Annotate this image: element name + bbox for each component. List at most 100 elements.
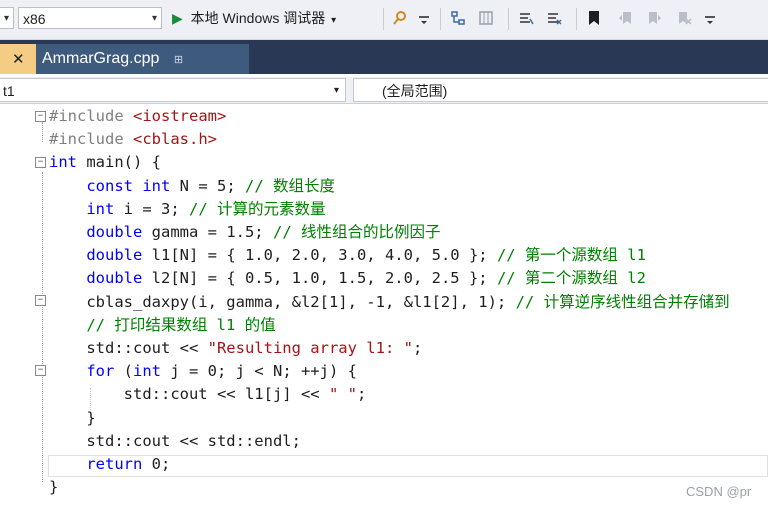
- toolbar-separator: [383, 8, 384, 30]
- start-debug-button[interactable]: ▶ 本地 Windows 调试器 ▾: [172, 8, 336, 28]
- code-line[interactable]: double gamma = 1.5; // 线性组合的比例因子: [49, 221, 440, 244]
- code-line[interactable]: // 打印结果数组 l1 的值: [49, 314, 276, 337]
- code-line[interactable]: for (int j = 0; j < N; ++j) {: [49, 360, 357, 383]
- code-token: i = 3;: [114, 199, 189, 218]
- pin-icon[interactable]: ⊞: [174, 54, 183, 66]
- scope-combo[interactable]: (全局范围): [353, 78, 768, 102]
- platform-combo[interactable]: x86 ▾: [18, 7, 162, 29]
- code-token: main() {: [77, 153, 161, 172]
- code-token: " ": [328, 385, 357, 404]
- hierarchy-icon[interactable]: [450, 10, 466, 26]
- toolbar-separator: [440, 8, 441, 30]
- scope-combo-value: (全局范围): [382, 83, 448, 99]
- toolbar-separator: [508, 8, 509, 30]
- code-line[interactable]: int main() {: [49, 151, 161, 174]
- code-line[interactable]: double l1[N] = { 1.0, 2.0, 3.0, 4.0, 5.0…: [49, 244, 646, 267]
- toolbar-separator: [576, 8, 577, 30]
- code-token: int: [133, 362, 161, 381]
- code-token: gamma = 1.5;: [142, 223, 273, 241]
- dropdown-icon[interactable]: [416, 10, 432, 26]
- code-token: // 数组长度: [244, 176, 335, 195]
- code-token: const int: [86, 176, 171, 195]
- code-token: for: [86, 362, 115, 381]
- code-token: ;: [412, 339, 423, 357]
- uncomment-icon[interactable]: [546, 10, 562, 26]
- layout-icon[interactable]: [478, 10, 494, 26]
- code-token: double: [86, 246, 143, 265]
- chevron-down-icon: ▾: [333, 85, 339, 96]
- fold-guide: [42, 172, 44, 482]
- watermark-text: CSDN @pr: [686, 484, 752, 499]
- code-token: std::cout <<: [49, 339, 208, 357]
- code-token: N = 5;: [170, 176, 245, 195]
- code-line[interactable]: double l2[N] = { 0.5, 1.0, 1.5, 2.0, 2.5…: [49, 267, 646, 290]
- code-line[interactable]: const int N = 5; // 数组长度: [49, 175, 335, 198]
- play-icon: ▶: [172, 10, 183, 26]
- code-token: #include: [49, 130, 133, 149]
- code-token: // 打印结果数组 l1 的值: [86, 315, 276, 334]
- code-token: std::cout << l1[j] <<: [49, 385, 329, 404]
- code-token: 0;: [142, 455, 171, 473]
- code-token: cblas_daxpy(i, gamma, &l2[1], -1, &l1[2]…: [49, 292, 516, 311]
- search-icon[interactable]: [392, 10, 408, 26]
- code-line[interactable]: std::cout << l1[j] << " ";: [49, 383, 367, 406]
- collapse-icon[interactable]: −: [35, 157, 46, 168]
- project-combo[interactable]: t1 ▾: [0, 78, 346, 102]
- code-token: // 第一个源数组 l1: [496, 246, 646, 265]
- start-debug-label: 本地 Windows 调试器: [190, 10, 326, 26]
- code-token: l2[N] = { 0.5, 1.0, 1.5, 2.0, 2.5 };: [142, 269, 497, 288]
- chevron-down-icon: ▾: [331, 15, 337, 26]
- project-combo-value: t1: [3, 83, 15, 99]
- code-line[interactable]: }: [49, 476, 58, 499]
- next-bookmark-icon[interactable]: [646, 10, 662, 26]
- collapse-icon[interactable]: −: [35, 295, 46, 306]
- code-line[interactable]: #include <iostream>: [49, 105, 226, 128]
- code-line[interactable]: }: [49, 407, 96, 430]
- code-token: double: [86, 269, 143, 288]
- prev-bookmark-icon[interactable]: [618, 10, 634, 26]
- config-combo[interactable]: ▾: [0, 7, 14, 29]
- code-token: <cblas.h>: [133, 130, 217, 149]
- code-token: std::cout << std::endl;: [49, 431, 301, 450]
- code-line[interactable]: std::cout << std::endl;: [49, 430, 301, 453]
- code-token: "Resulting array l1: ": [207, 339, 413, 357]
- code-line[interactable]: #include <cblas.h>: [49, 128, 217, 151]
- bookmark-icon[interactable]: [586, 10, 602, 26]
- platform-combo-value: x86: [23, 11, 46, 27]
- code-token: (: [114, 362, 133, 381]
- code-token: // 线性组合的比例因子: [272, 223, 441, 241]
- code-token: int: [49, 153, 77, 172]
- code-token: <iostream>: [133, 107, 227, 125]
- main-toolbar: ▾ x86 ▾ ▶ 本地 Windows 调试器 ▾: [0, 0, 768, 40]
- code-token: int: [86, 199, 115, 218]
- code-token: // 第二个源数组 l2: [496, 269, 646, 288]
- code-token: j = 0; j < N; ++j) {: [161, 362, 357, 381]
- comment-icon[interactable]: [518, 10, 534, 26]
- tab-label: AmmarGrag.cpp: [42, 50, 160, 67]
- code-token: // 计算逆序线性组合并存储到: [515, 292, 730, 311]
- clear-bookmarks-icon[interactable]: [676, 10, 692, 26]
- code-token: return: [86, 455, 143, 473]
- code-line[interactable]: cblas_daxpy(i, gamma, &l2[1], -1, &l1[2]…: [49, 291, 730, 314]
- code-token: #include: [49, 107, 133, 125]
- tab-previous-file[interactable]: ✕: [0, 44, 36, 74]
- collapse-icon[interactable]: −: [35, 365, 46, 376]
- fold-guide: [42, 122, 44, 142]
- code-token: }: [49, 408, 96, 427]
- chevron-down-icon: ▾: [151, 13, 157, 24]
- collapse-icon[interactable]: −: [35, 111, 46, 122]
- close-icon[interactable]: ✕: [12, 50, 25, 68]
- tab-ammargrag-cpp[interactable]: AmmarGrag.cpp ⊞: [36, 44, 249, 74]
- code-line[interactable]: return 0;: [49, 453, 170, 476]
- code-line[interactable]: std::cout << "Resulting array l1: ";: [49, 337, 422, 360]
- overflow-dropdown-icon[interactable]: [702, 10, 718, 26]
- code-line[interactable]: int i = 3; // 计算的元素数量: [49, 198, 325, 221]
